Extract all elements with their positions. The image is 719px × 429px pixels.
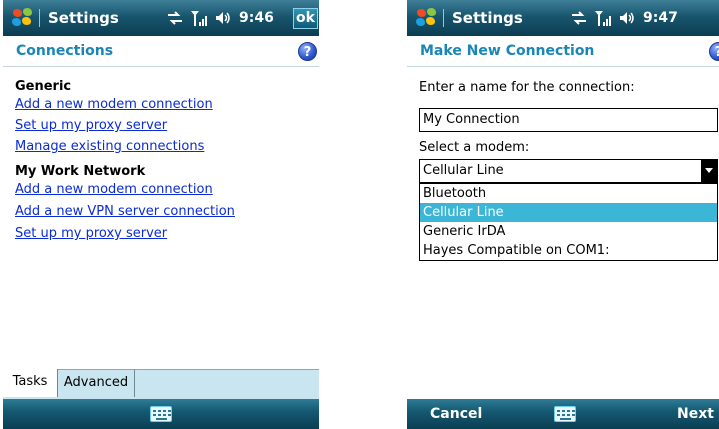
modem-option-generic-irda[interactable]: Generic IrDA xyxy=(420,222,717,241)
signal-strength-icon[interactable] xyxy=(595,10,611,26)
ok-button[interactable]: ok xyxy=(293,8,318,29)
modem-option-cellular-line[interactable]: Cellular Line xyxy=(420,203,717,222)
connection-name-label: Enter a name for the connection: xyxy=(419,80,635,95)
modem-dropdown-list: Bluetooth Cellular Line Generic IrDA Hay… xyxy=(419,183,718,261)
help-icon[interactable]: ? xyxy=(709,42,719,61)
volume-icon[interactable] xyxy=(619,11,635,25)
app-title: Settings xyxy=(452,9,523,27)
link-add-vpn-work[interactable]: Add a new VPN server connection xyxy=(15,204,235,219)
signal-strength-icon[interactable] xyxy=(191,10,207,26)
tab-strip: Tasks Advanced xyxy=(3,369,319,399)
connection-name-field[interactable]: My Connection xyxy=(419,108,718,132)
link-proxy-work[interactable]: Set up my proxy server xyxy=(15,226,167,241)
group-heading-work: My Work Network xyxy=(15,164,146,179)
chevron-down-icon[interactable] xyxy=(701,160,717,182)
volume-icon[interactable] xyxy=(215,11,231,25)
page-title: Connections xyxy=(16,43,114,59)
connectivity-icon[interactable] xyxy=(167,11,183,25)
group-heading-generic: Generic xyxy=(15,79,72,94)
soft-key-bar xyxy=(3,399,319,429)
modem-option-hayes-com1[interactable]: Hayes Compatible on COM1: xyxy=(420,241,717,260)
clock[interactable]: 9:46 xyxy=(239,10,274,26)
title-separator xyxy=(39,9,40,27)
soft-key-bar: Cancel Next xyxy=(407,399,719,429)
page-title: Make New Connection xyxy=(420,43,595,59)
link-proxy-generic[interactable]: Set up my proxy server xyxy=(15,118,167,133)
connectivity-icon[interactable] xyxy=(571,11,587,25)
link-add-modem-work[interactable]: Add a new modem connection xyxy=(15,182,213,197)
cancel-button[interactable]: Cancel xyxy=(430,406,482,422)
clock[interactable]: 9:47 xyxy=(643,10,678,26)
windows-start-icon[interactable] xyxy=(415,7,437,28)
make-new-connection-screen: Settings 9:47 Make New Connection ? Ente… xyxy=(407,0,719,429)
status-icons: 9:47 xyxy=(571,9,678,27)
modem-select-value: Cellular Line xyxy=(423,163,504,178)
help-icon[interactable]: ? xyxy=(298,42,317,61)
modem-select[interactable]: Cellular Line xyxy=(419,159,718,183)
app-title: Settings xyxy=(48,9,119,27)
connections-screen: Settings 9:46 ok Connections ? Generic A… xyxy=(3,0,319,429)
tab-tasks[interactable]: Tasks xyxy=(3,369,58,397)
tab-advanced[interactable]: Advanced xyxy=(58,369,135,397)
keyboard-icon[interactable] xyxy=(554,406,576,422)
windows-start-icon[interactable] xyxy=(11,7,33,28)
title-bar: Settings 9:47 xyxy=(407,0,719,36)
modem-option-bluetooth[interactable]: Bluetooth xyxy=(420,184,717,203)
keyboard-icon[interactable] xyxy=(150,406,172,422)
link-manage-connections[interactable]: Manage existing connections xyxy=(15,139,204,154)
next-button[interactable]: Next xyxy=(677,406,714,422)
link-add-modem-generic[interactable]: Add a new modem connection xyxy=(15,97,213,112)
title-separator xyxy=(443,9,444,27)
page-header: Make New Connection ? xyxy=(407,36,719,67)
modem-select-label: Select a modem: xyxy=(419,140,530,155)
status-icons: 9:46 xyxy=(167,9,274,27)
title-bar: Settings 9:46 ok xyxy=(3,0,319,36)
page-header: Connections ? xyxy=(3,36,319,67)
